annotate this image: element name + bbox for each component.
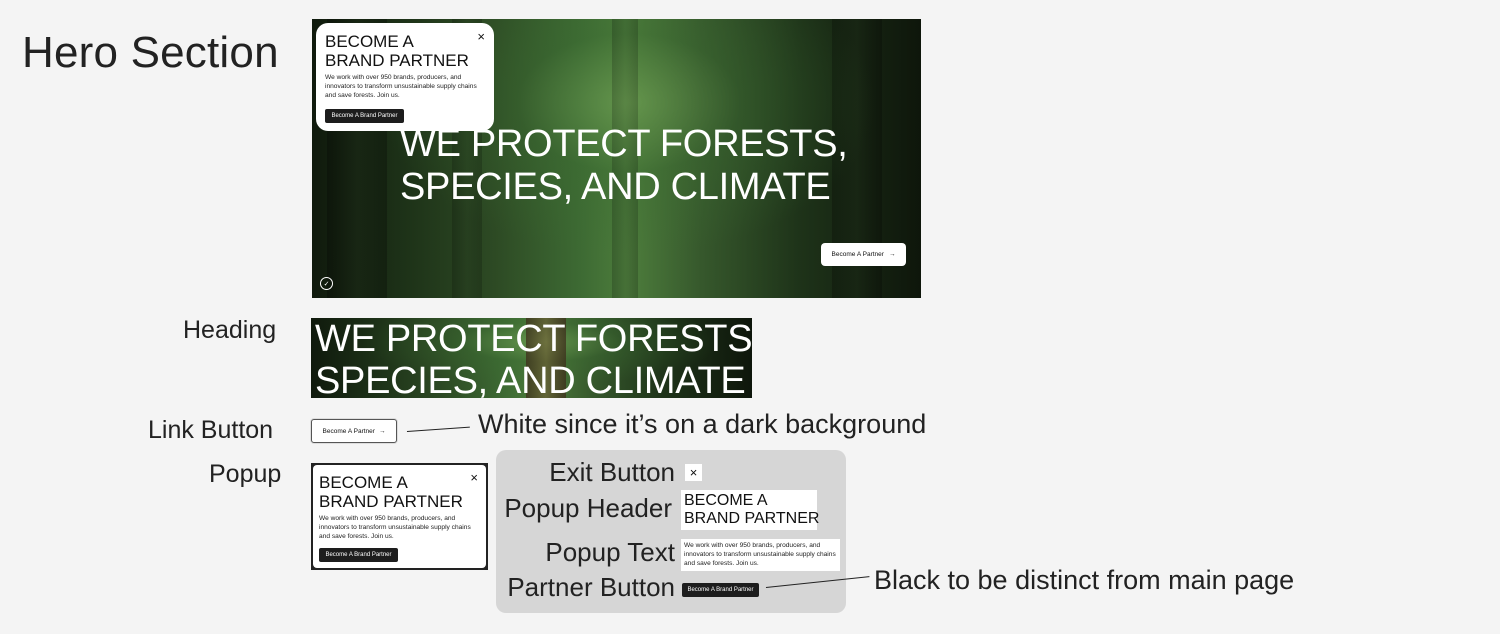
annotation-line <box>406 426 470 433</box>
popup-text-label: Popup Text <box>545 537 675 567</box>
link-button-label-caption: Link Button <box>148 416 274 444</box>
popup-header-label: Popup Header <box>504 493 672 523</box>
close-icon[interactable]: × <box>477 30 485 43</box>
popup-header-sample-line-2: BRAND PARTNER <box>684 510 820 527</box>
partner-button-note: Black to be distinct from main page <box>874 565 1295 595</box>
popup-breakdown-panel: Exit Button × Popup Header BECOME A BRAN… <box>496 450 846 613</box>
close-icon[interactable]: × <box>470 471 478 484</box>
popup-sample-text: We work with over 950 brands, producers,… <box>319 515 471 540</box>
become-partner-link-button[interactable]: Become A Partner → <box>821 243 906 266</box>
popup-header: BECOME A BRAND PARTNER <box>325 32 469 70</box>
hero-heading-line-2: SPECIES, AND CLIMATE <box>400 166 831 208</box>
link-button-sample[interactable]: Become A Partner → <box>311 419 397 443</box>
exit-button-label: Exit Button <box>549 457 675 487</box>
hero-preview: WE PROTECT FORESTS, SPECIES, AND CLIMATE… <box>312 19 921 298</box>
hero-popup: × BECOME A BRAND PARTNER We work with ov… <box>316 23 494 131</box>
popup-header-line-1: BECOME A <box>325 32 414 51</box>
logo-icon: ✓ <box>320 277 333 290</box>
close-icon[interactable]: × <box>685 464 702 481</box>
arrow-right-icon: → <box>888 251 896 258</box>
partner-button-sample[interactable]: Become A Brand Partner <box>682 583 759 597</box>
popup-header-line-2: BRAND PARTNER <box>325 51 469 70</box>
link-button-note: White since it’s on a dark background <box>478 409 927 439</box>
partner-button[interactable]: Become A Brand Partner <box>325 109 404 123</box>
link-button-label: Become A Partner <box>831 251 884 258</box>
popup-text: We work with over 950 brands, producers,… <box>325 74 477 99</box>
popup-text-sample: We work with over 950 brands, producers,… <box>681 539 840 571</box>
hero-heading: WE PROTECT FORESTS, SPECIES, AND CLIMATE <box>400 123 848 209</box>
popup-sample: × BECOME A BRAND PARTNER We work with ov… <box>311 463 488 570</box>
popup-header-sample: BECOME A BRAND PARTNER <box>681 490 820 530</box>
popup-sample-card: × BECOME A BRAND PARTNER We work with ov… <box>313 465 486 568</box>
popup-sample-header: BECOME A BRAND PARTNER <box>319 473 463 511</box>
popup-sample-partner-button[interactable]: Become A Brand Partner <box>319 548 398 562</box>
heading-label: Heading <box>183 316 277 344</box>
page-title: Hero Section <box>22 28 279 77</box>
popup-sample-header-line-1: BECOME A <box>319 473 408 492</box>
popup-sample-header-line-2: BRAND PARTNER <box>319 492 463 511</box>
heading-sample-text: WE PROTECT FORESTS, SPECIES, AND CLIMATE <box>315 318 752 398</box>
popup-label: Popup <box>209 460 282 488</box>
link-sample-label: Become A Partner <box>322 427 375 435</box>
partner-button-label: Partner Button <box>507 572 675 602</box>
heading-sample-line-2: SPECIES, AND CLIMATE <box>315 360 746 398</box>
heading-sample-line-1: WE PROTECT FORESTS, <box>315 318 752 360</box>
arrow-right-icon: → <box>378 427 386 435</box>
heading-sample: WE PROTECT FORESTS, SPECIES, AND CLIMATE <box>311 318 752 398</box>
popup-header-sample-line-1: BECOME A <box>684 492 768 509</box>
